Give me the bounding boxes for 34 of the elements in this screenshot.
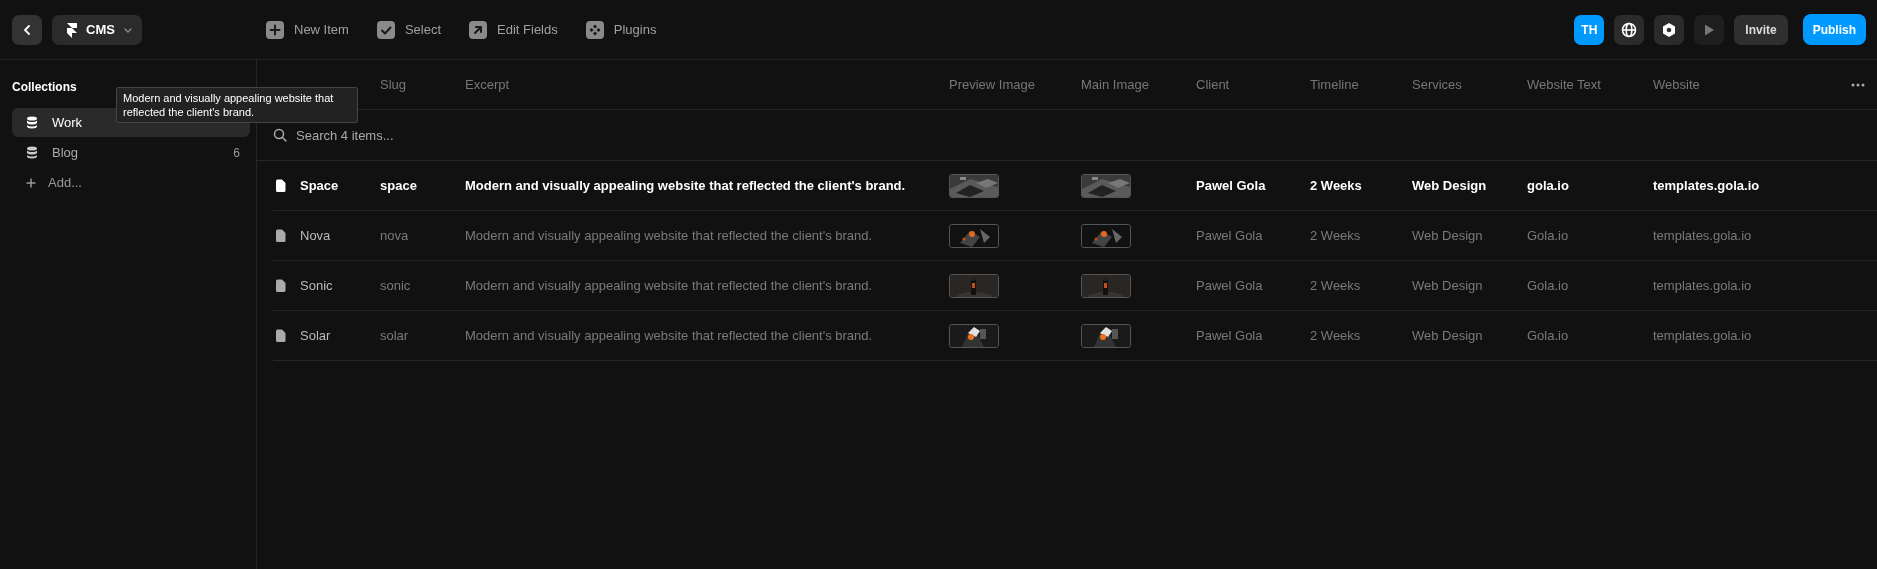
table-cell: Space [300, 178, 339, 193]
table-cell: Gola.io [1527, 278, 1569, 293]
table-cell: Pawel Gola [1196, 228, 1263, 243]
table-cell: Gola.io [1527, 328, 1569, 343]
table-cell: Web Design [1412, 178, 1487, 193]
table-cell: templates.gola.io [1653, 178, 1760, 193]
table-cell: Web Design [1412, 278, 1483, 293]
table-cell: Pawel Gola [1196, 278, 1263, 293]
table-cell: Sonic [300, 278, 333, 293]
table-cell: Pawel Gola [1196, 328, 1263, 343]
tooltip: Modern and visually appealing website that reflected the client's brand. [116, 87, 358, 123]
table-cell: Web Design [1412, 228, 1483, 243]
table-cell: templates.gola.io [1653, 228, 1752, 243]
table-cell: sonic [380, 278, 411, 293]
table-cell: Pawel Gola [1196, 178, 1266, 193]
table-cell: Modern and visually appealing website that reflected the client's brand. [465, 228, 873, 243]
table-cell: space [380, 178, 417, 193]
table-cell: Modern and visually appealing website that reflected the client's brand. [465, 178, 906, 193]
table-cell: Modern and visually appealing website that reflected the client's brand. [465, 278, 873, 293]
sidebar-title: Collections [12, 80, 78, 94]
table-cell: nova [380, 228, 409, 243]
table-cell: 2 Weeks [1310, 228, 1361, 243]
table-cell: Solar [300, 328, 331, 343]
table-cell: 2 Weeks [1310, 178, 1362, 193]
table-cell: Nova [300, 228, 331, 243]
table-cell: templates.gola.io [1653, 328, 1752, 343]
table-cell: Web Design [1412, 328, 1483, 343]
table-cell: Modern and visually appealing website that reflected the client's brand. [465, 328, 873, 343]
table-cell: templates.gola.io [1653, 278, 1752, 293]
table-cell: gola.io [1527, 178, 1569, 193]
table-cell: solar [380, 328, 409, 343]
table-cell: 2 Weeks [1310, 328, 1361, 343]
table-cell: Gola.io [1527, 228, 1569, 243]
table-cell: 2 Weeks [1310, 278, 1361, 293]
